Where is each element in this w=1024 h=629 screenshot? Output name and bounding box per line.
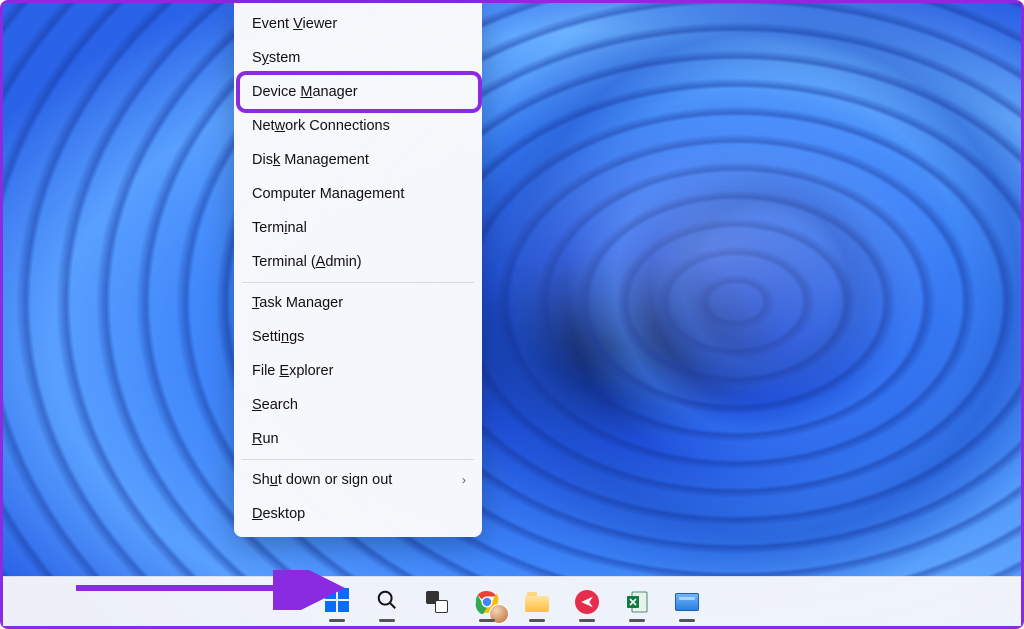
search-icon	[376, 589, 398, 614]
menu-item-network-connections[interactable]: Network Connections	[234, 109, 482, 143]
menu-separator	[242, 459, 474, 460]
menu-item-desktop[interactable]: Desktop	[234, 497, 482, 531]
legacy-window-icon	[675, 593, 699, 611]
menu-item-settings[interactable]: Settings	[234, 320, 482, 354]
menu-item-label: Task Manager	[252, 295, 343, 311]
menu-separator	[242, 282, 474, 283]
menu-item-run[interactable]: Run	[234, 422, 482, 456]
chevron-right-icon: ›	[462, 473, 466, 487]
task-view-button[interactable]	[417, 582, 457, 622]
annotation-arrow	[68, 570, 348, 610]
menu-item-device-manager[interactable]: Device Manager	[240, 75, 478, 109]
menu-item-label: Desktop	[252, 506, 305, 522]
menu-item-label: Search	[252, 397, 298, 413]
menu-item-label: Shut down or sign out	[252, 472, 392, 488]
menu-item-event-viewer[interactable]: Event Viewer	[234, 7, 482, 41]
menu-item-label: Run	[252, 431, 279, 447]
menu-item-terminal-admin[interactable]: Terminal (Admin)	[234, 245, 482, 279]
menu-item-terminal[interactable]: Terminal	[234, 211, 482, 245]
excel-app[interactable]	[617, 582, 657, 622]
menu-item-task-manager[interactable]: Task Manager	[234, 286, 482, 320]
search-button[interactable]	[367, 582, 407, 622]
menu-item-label: Network Connections	[252, 118, 390, 134]
task-view-icon	[426, 591, 448, 613]
menu-item-label: Device Manager	[252, 84, 358, 100]
menu-item-search[interactable]: Search	[234, 388, 482, 422]
messaging-app[interactable]	[567, 582, 607, 622]
menu-item-label: Terminal	[252, 220, 307, 236]
legacy-app[interactable]	[667, 582, 707, 622]
send-icon	[575, 590, 599, 614]
menu-item-system[interactable]: System	[234, 41, 482, 75]
menu-item-disk-management[interactable]: Disk Management	[234, 143, 482, 177]
menu-item-label: Terminal (Admin)	[252, 254, 362, 270]
menu-item-file-explorer[interactable]: File Explorer	[234, 354, 482, 388]
menu-item-label: Settings	[252, 329, 304, 345]
file-explorer-icon	[525, 592, 549, 612]
menu-item-label: Event Viewer	[252, 16, 337, 32]
menu-item-shut-down-or-sign-out[interactable]: Shut down or sign out ›	[234, 463, 482, 497]
menu-item-computer-management[interactable]: Computer Management	[234, 177, 482, 211]
excel-icon	[625, 590, 649, 614]
winx-power-menu: Event Viewer System Device Manager Network …	[234, 3, 482, 537]
profile-avatar-badge	[489, 604, 509, 624]
file-explorer-app[interactable]	[517, 582, 557, 622]
menu-item-label: Computer Management	[252, 186, 404, 202]
menu-item-label: File Explorer	[252, 363, 333, 379]
desktop-wallpaper	[3, 3, 1021, 626]
menu-item-label: Disk Management	[252, 152, 369, 168]
chrome-app[interactable]	[467, 582, 507, 622]
menu-item-label: System	[252, 50, 300, 66]
